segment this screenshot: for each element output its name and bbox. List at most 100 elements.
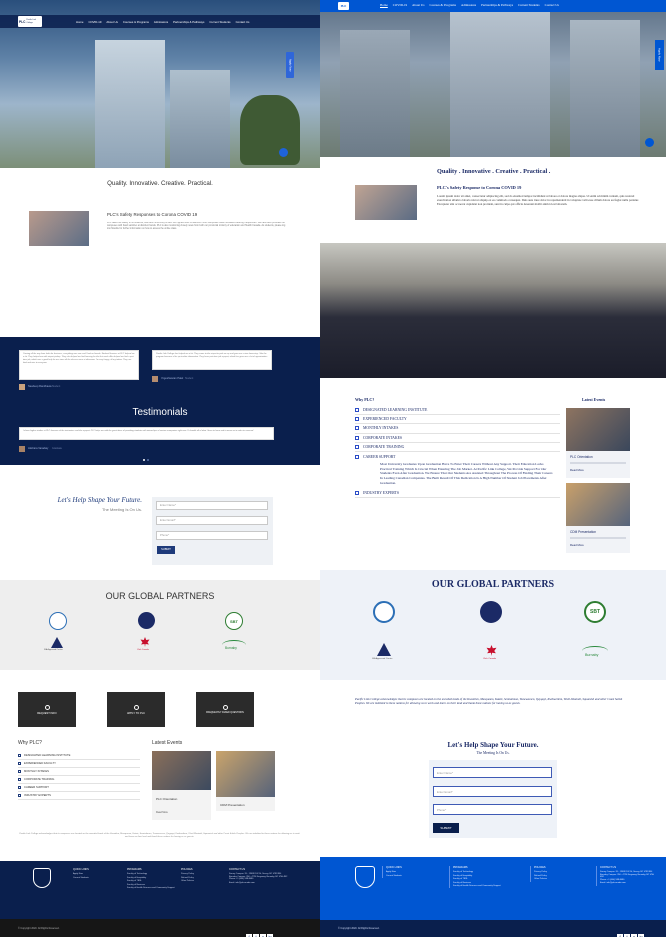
testimonial-text: Coming all the way from India for busine… bbox=[23, 353, 135, 364]
copyright: © Copyright 2020. All Rights Reserved. bbox=[338, 927, 380, 930]
nav-partnerships[interactable]: Partnerships & Pathways bbox=[173, 20, 204, 24]
event-title: PLC Orientation bbox=[156, 797, 178, 801]
maple-logo-label: Click Canada bbox=[137, 649, 149, 651]
email-input[interactable]: Enter Email* bbox=[433, 786, 552, 797]
checkbox-icon bbox=[18, 786, 21, 789]
phone-input[interactable]: Phone* bbox=[156, 531, 268, 540]
event-image bbox=[152, 751, 211, 790]
why-item-label: EXPERIENCED FACULTY bbox=[363, 417, 407, 422]
nav-admissions[interactable]: Admissions bbox=[154, 20, 168, 24]
a-logo-label: SIA Approved Centre bbox=[372, 658, 393, 660]
why-item-label: DESIGNATED LEARNING INSTITUTE bbox=[24, 754, 71, 757]
site-logo[interactable]: PLC Pacific Link College bbox=[18, 16, 42, 27]
tile-apply[interactable]: APPLY TO PLC bbox=[107, 692, 165, 727]
partners-title: OUR GLOBAL PARTNERS bbox=[431, 579, 555, 590]
submit-button[interactable]: SUBMIT bbox=[433, 823, 459, 833]
why-item[interactable]: DESIGNATED LEARNING INSTITUTE bbox=[18, 752, 140, 760]
acknowledgement: Pacific Link College acknowledges that i… bbox=[355, 697, 623, 706]
events-title: Latest Events bbox=[152, 740, 183, 746]
footer-link[interactable]: Current Students bbox=[386, 875, 438, 879]
footer-link[interactable]: Other Policies bbox=[181, 880, 217, 884]
nav-contact[interactable]: Contact Us bbox=[545, 3, 559, 7]
tile-label: FREQUENTLY ASKED QUESTIONS bbox=[206, 712, 244, 714]
event-title: CDM Presentation bbox=[220, 803, 245, 807]
event-card[interactable]: PLC Orientation Read More bbox=[152, 751, 211, 820]
why-item[interactable]: CAREER SUPPORT bbox=[18, 784, 140, 792]
covid-title: PLC's Safety Response to Corona COVID 19 bbox=[437, 185, 522, 190]
name-input[interactable]: Enter Name* bbox=[156, 501, 268, 510]
why-item[interactable]: CORPORATE INTAKES bbox=[355, 434, 560, 443]
why-item[interactable]: EXPERIENCED FACULTY bbox=[355, 415, 560, 425]
tile-label: REQUEST INFO bbox=[37, 711, 57, 715]
nav-contact[interactable]: Contact Us bbox=[236, 20, 250, 24]
main-nav: Home COVID-19 About Us Courses & Program… bbox=[76, 20, 254, 24]
graduation-photo bbox=[320, 243, 666, 378]
why-item[interactable]: CORPORATE TRAINING bbox=[18, 776, 140, 784]
submit-button[interactable]: SUBMIT bbox=[157, 546, 175, 554]
maple-logo-label: Click Canada bbox=[483, 658, 497, 660]
covid-title: PLC's Safety Responses to Corona COVID 1… bbox=[107, 212, 198, 217]
nav-current-students[interactable]: Current Students bbox=[518, 3, 540, 7]
nav-current-students[interactable]: Current Students bbox=[209, 20, 230, 24]
footer-link[interactable]: Other Policies bbox=[534, 878, 588, 882]
why-item[interactable]: MONTHLY INTAKES bbox=[355, 424, 560, 434]
why-item[interactable]: CAREER SUPPORT bbox=[355, 452, 560, 461]
why-item[interactable]: INDUSTRY EXPERTS bbox=[355, 489, 560, 499]
nav-about[interactable]: About Us bbox=[412, 3, 424, 7]
nav-home[interactable]: Home bbox=[76, 20, 83, 24]
tile-request-info[interactable]: REQUEST INFO bbox=[18, 692, 76, 727]
carousel-dots[interactable] bbox=[143, 459, 151, 461]
name-input[interactable]: Enter Name* bbox=[433, 767, 552, 778]
checkbox-icon bbox=[18, 762, 21, 765]
nav-partnerships[interactable]: Partnerships & Pathways bbox=[481, 3, 513, 7]
nav-admissions[interactable]: Admissions bbox=[461, 3, 476, 7]
email-input[interactable]: Enter Email* bbox=[156, 516, 268, 525]
event-card[interactable]: CDM Presentation Read More bbox=[566, 483, 630, 553]
covid-image bbox=[29, 211, 89, 246]
nav-courses[interactable]: Courses & Programs bbox=[123, 20, 149, 24]
why-item[interactable]: INDUSTRY EXPERTS bbox=[18, 792, 140, 800]
apply-now-label: Apply Now bbox=[288, 58, 292, 72]
nav-covid[interactable]: COVID-19 bbox=[393, 3, 407, 7]
nav-covid[interactable]: COVID-19 bbox=[88, 20, 101, 24]
testimonial-card: Pacific Link College has helped me a lot… bbox=[152, 350, 272, 370]
nav-about[interactable]: About Us bbox=[106, 20, 118, 24]
covid-body: Lorem ipsum dolor sit amet, consectetur … bbox=[437, 194, 639, 207]
seal-logo bbox=[49, 612, 67, 630]
why-item[interactable]: EXPERIENCED FACULTY bbox=[18, 760, 140, 768]
phone-input[interactable]: Phone* bbox=[433, 804, 552, 815]
checkbox-icon bbox=[355, 454, 359, 459]
footer-link[interactable]: Faculty of Health Sciences and Community… bbox=[453, 885, 523, 888]
why-item[interactable]: CORPORATE TRAINING bbox=[355, 443, 560, 452]
tile-faq[interactable]: FREQUENTLY ASKED QUESTIONS bbox=[196, 692, 254, 727]
footer-col-quicklinks: QUICK LINKS Apply Now Current Students bbox=[73, 868, 113, 880]
checkbox-icon bbox=[18, 754, 21, 757]
a-logo bbox=[377, 643, 391, 656]
apply-now-tab[interactable]: Apply Now bbox=[286, 52, 294, 78]
event-title: CDM Presentation bbox=[570, 530, 597, 534]
footer-link[interactable]: Current Students bbox=[73, 877, 113, 881]
chat-button[interactable] bbox=[279, 148, 288, 157]
covid-body: PLC takes the safety of its students, st… bbox=[107, 222, 286, 231]
nav-home[interactable]: Home bbox=[380, 3, 388, 7]
event-more[interactable]: Read More bbox=[570, 468, 626, 472]
event-card[interactable]: CDM Presentation bbox=[216, 751, 275, 811]
testimonial-avatar bbox=[152, 376, 158, 382]
chat-button[interactable] bbox=[645, 138, 654, 147]
apply-now-tab[interactable]: Apply Now bbox=[655, 40, 664, 70]
footer-col-title: POLICIES bbox=[534, 866, 546, 869]
why-item[interactable]: DESIGNATED LEARNING INSTITUTE bbox=[355, 406, 560, 416]
why-item[interactable]: MONTHLY INTAKES bbox=[18, 768, 140, 776]
why-title: Why PLC? bbox=[18, 740, 42, 746]
why-list: DESIGNATED LEARNING INSTITUTE EXPERIENCE… bbox=[18, 752, 140, 800]
event-more[interactable]: Read More bbox=[570, 543, 626, 547]
site-logo[interactable]: PLC bbox=[338, 2, 349, 10]
event-card[interactable]: PLC Orientation Read More bbox=[566, 408, 630, 478]
testimonial-name: Akshara Varadaiy bbox=[28, 447, 49, 450]
event-more[interactable]: Read More bbox=[156, 811, 207, 814]
acknowledgement: Pacific Link College acknowledges that i… bbox=[19, 833, 300, 838]
footer-link[interactable]: Faculty of Health Sciences and Community… bbox=[127, 887, 175, 890]
nav-courses[interactable]: Courses & Programs bbox=[429, 3, 456, 7]
footer-col-contact: CONTACT US Surrey Campus: 20 - 13688 102… bbox=[229, 868, 291, 885]
why-item-label: CAREER SUPPORT bbox=[24, 786, 49, 789]
